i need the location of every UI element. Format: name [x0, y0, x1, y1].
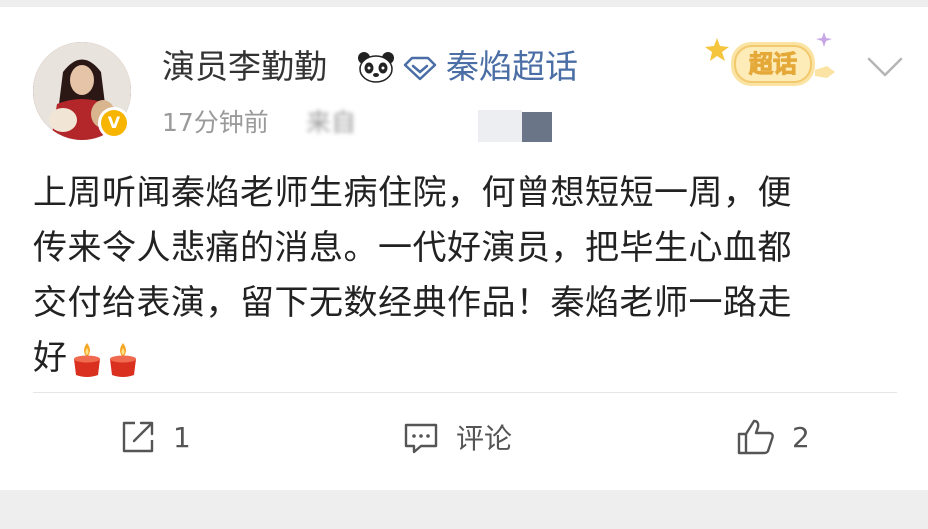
- candle-icon: [109, 342, 136, 377]
- topic-link[interactable]: 秦焰超话: [446, 45, 578, 89]
- top-spacer: [0, 0, 928, 7]
- post-body: 上周听闻秦焰老师生病住院，何曾想短短一周，便 传来令人悲痛的消息。一代好演员，把…: [33, 166, 903, 386]
- super-topic-label: 超话: [749, 50, 797, 78]
- like-count: 2: [792, 420, 810, 454]
- post-body-line: 交付给表演，留下无数经典作品！秦焰老师一路走: [33, 283, 792, 323]
- repost-button[interactable]: 1: [119, 415, 191, 459]
- panda-emoji-icon: [358, 52, 394, 83]
- repost-count: 1: [173, 420, 191, 454]
- post-body-line: 上周听闻秦焰老师生病住院，何曾想短短一周，便: [33, 173, 792, 213]
- post-timestamp: 17分钟前: [162, 108, 269, 137]
- comment-button[interactable]: 评论: [402, 415, 512, 459]
- chevron-down-icon[interactable]: [866, 55, 904, 79]
- super-topic-icon: 超话: [705, 32, 835, 86]
- repost-icon: [122, 421, 154, 453]
- diamond-icon: [403, 56, 437, 81]
- candle-icon: [73, 342, 100, 377]
- post-body-last-line: 好: [33, 331, 903, 386]
- verified-badge-icon: V: [98, 107, 130, 139]
- bottom-spacer: [0, 490, 928, 529]
- comment-icon: [404, 423, 438, 454]
- post-source: 来自: [306, 108, 357, 137]
- comment-label: 评论: [456, 422, 513, 455]
- author-name[interactable]: 演员李勤勤: [162, 45, 327, 89]
- divider: [33, 392, 897, 393]
- redaction-block: [522, 112, 552, 142]
- post-body-line: 好: [33, 338, 68, 378]
- like-button[interactable]: 2: [736, 415, 810, 459]
- super-topic-badge[interactable]: 超话: [703, 26, 849, 100]
- redaction-haze: [478, 110, 522, 142]
- thumbs-up-icon: [737, 419, 774, 455]
- post-body-line: 传来令人悲痛的消息。一代好演员，把毕生心血都: [33, 228, 792, 268]
